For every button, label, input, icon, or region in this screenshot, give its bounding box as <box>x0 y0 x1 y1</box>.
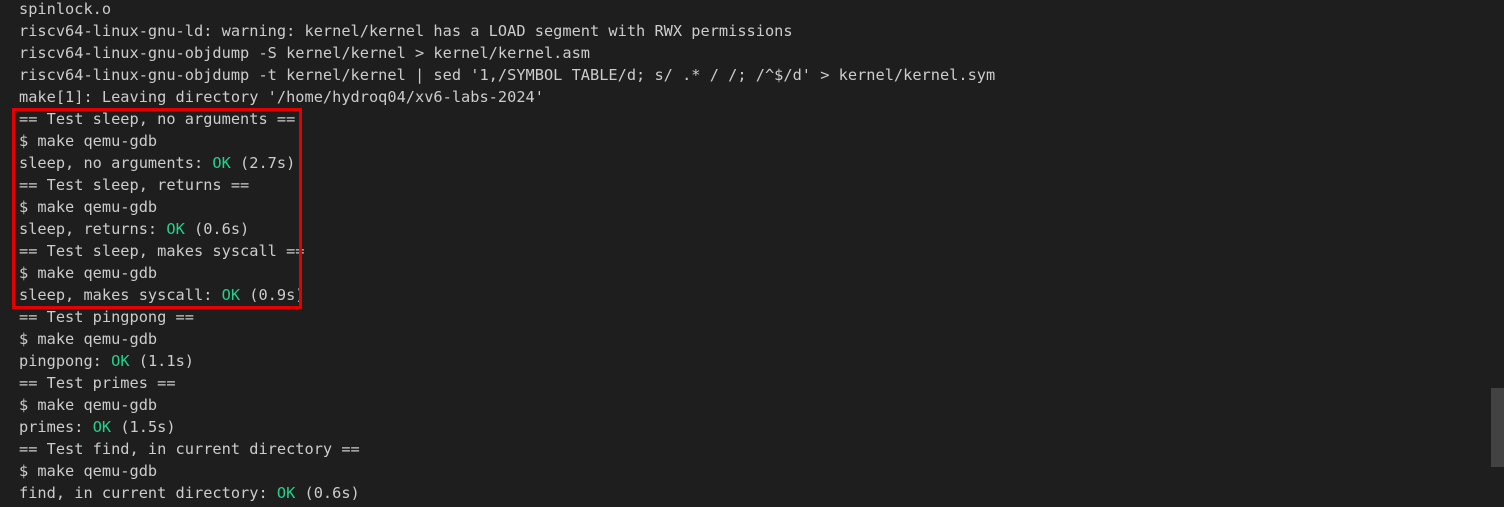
highlight-annotation-box <box>12 108 302 309</box>
ok-status: OK <box>276 484 296 502</box>
ok-status: OK <box>111 352 130 370</box>
scrollbar-thumb[interactable] <box>1491 388 1504 467</box>
terminal-line: pingpong: OK (1.1s) <box>19 352 194 370</box>
terminal-line: == Test find, in current directory == <box>19 440 360 458</box>
terminal-line: $ make qemu-gdb <box>19 462 158 480</box>
terminal-line: == Test primes == <box>19 374 176 392</box>
terminal-line: $ make qemu-gdb <box>19 396 158 414</box>
vertical-scrollbar[interactable] <box>1488 0 1504 507</box>
terminal-line: spinlock.o <box>19 0 112 18</box>
ok-status: OK <box>92 418 112 436</box>
terminal-output[interactable]: spinlock.o riscv64-linux-gnu-ld: warning… <box>0 0 1488 507</box>
terminal-line: == Test pingpong == <box>19 308 194 326</box>
terminal-line: primes: OK (1.5s) <box>19 418 176 436</box>
terminal-line: riscv64-linux-gnu-objdump -S kernel/kern… <box>19 44 590 62</box>
terminal-line: $ make qemu-gdb <box>19 330 158 348</box>
terminal-line: find, in current directory: OK (0.6s) <box>19 484 360 502</box>
terminal-line: riscv64-linux-gnu-ld: warning: kernel/ke… <box>19 22 793 40</box>
terminal-line: make[1]: Leaving directory '/home/hydroq… <box>19 88 544 106</box>
terminal-line: riscv64-linux-gnu-objdump -t kernel/kern… <box>19 66 996 84</box>
